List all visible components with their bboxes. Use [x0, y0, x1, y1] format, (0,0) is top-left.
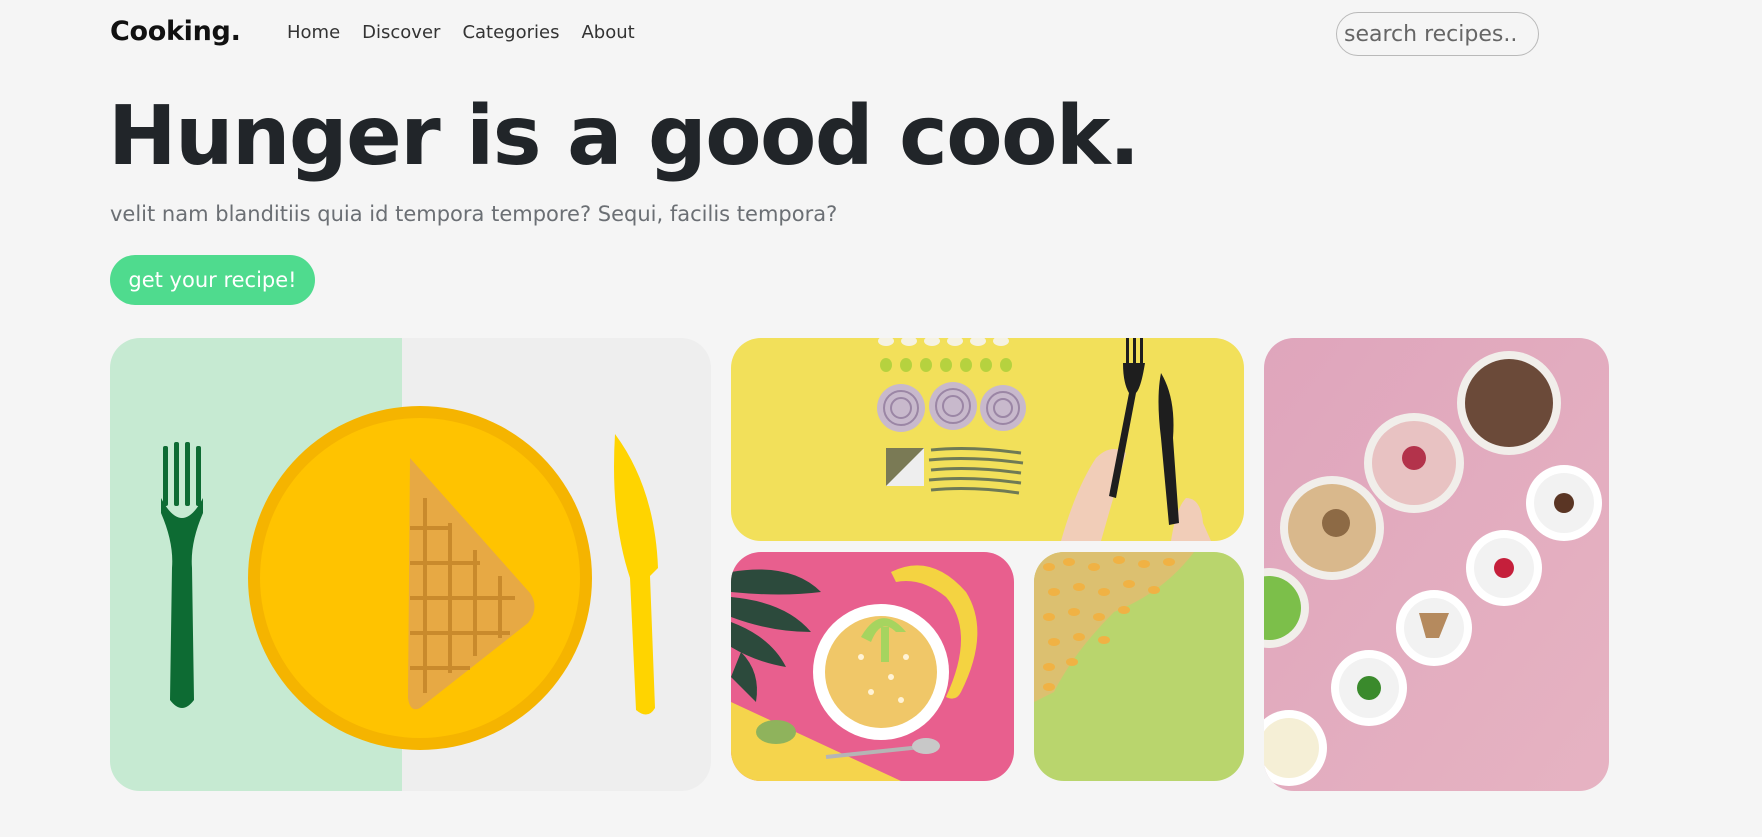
- brand-logo[interactable]: Cooking.: [110, 16, 241, 47]
- waffle-plate-photo: [110, 338, 711, 791]
- hero-title: Hunger is a good cook.: [108, 89, 1140, 184]
- nav-link-discover[interactable]: Discover: [362, 22, 440, 43]
- nav-link-about[interactable]: About: [581, 22, 634, 43]
- nav-link-home[interactable]: Home: [287, 22, 340, 43]
- smoothie-bowl-banana-photo: [731, 552, 1014, 781]
- corn-kernels-photo: [1034, 552, 1244, 781]
- navbar: Cooking. Home Discover Categories About: [110, 0, 1540, 70]
- hero-subtitle: velit nam blanditiis quia id tempora tem…: [110, 202, 838, 226]
- nav-links: Home Discover Categories About: [287, 22, 635, 43]
- search-input[interactable]: [1336, 12, 1539, 56]
- onion-pasta-cutlery-photo: [731, 338, 1244, 541]
- get-recipe-button[interactable]: get your recipe!: [110, 255, 315, 305]
- nav-link-categories[interactable]: Categories: [462, 22, 559, 43]
- ice-cream-cups-photo: [1264, 338, 1609, 791]
